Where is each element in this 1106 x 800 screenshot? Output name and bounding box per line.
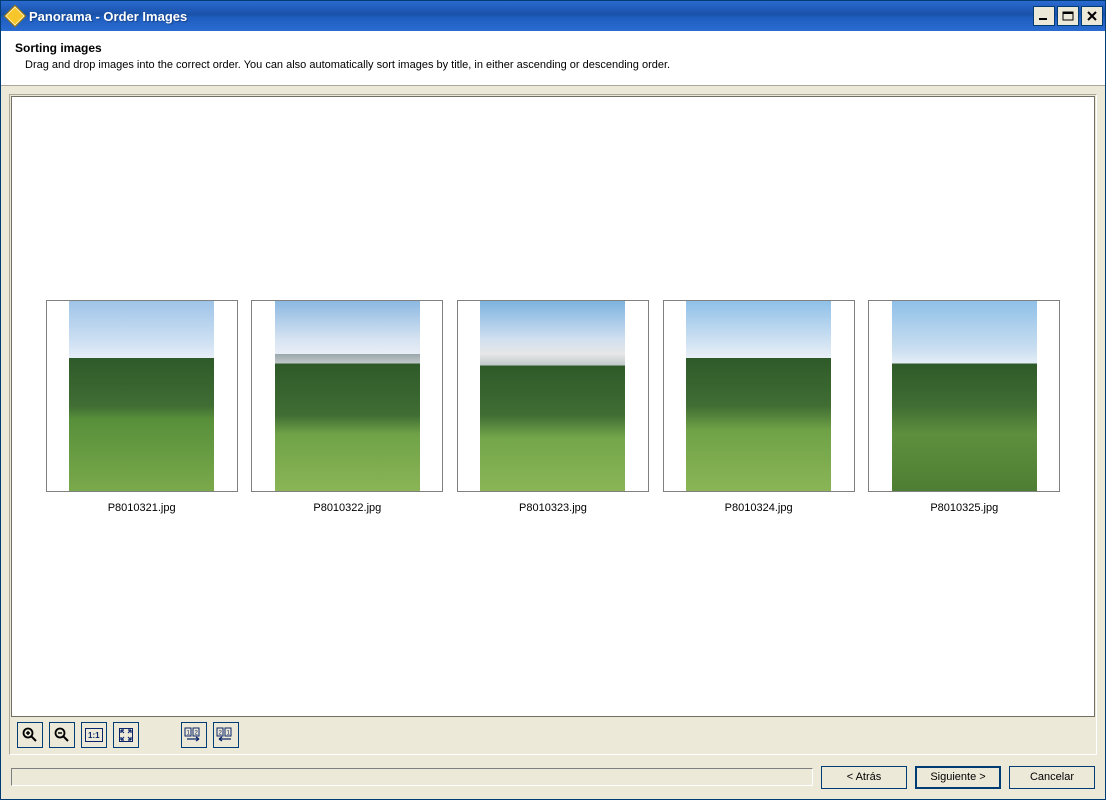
thumbnail-image <box>69 301 214 491</box>
close-button[interactable] <box>1081 6 1103 26</box>
thumbnail-image-box <box>663 300 855 492</box>
thumbnail-image <box>892 301 1037 491</box>
app-icon <box>4 5 27 28</box>
sort-ascending-button[interactable]: 12 <box>181 722 207 748</box>
actual-size-icon: 1:1 <box>85 728 103 742</box>
thumbnail-item[interactable]: P8010322.jpg <box>251 300 443 514</box>
zoom-in-button[interactable] <box>17 722 43 748</box>
thumbnail-image <box>686 301 831 491</box>
thumbnail-item[interactable]: P8010325.jpg <box>868 300 1060 514</box>
sort-tool-group: 12 21 <box>181 722 239 748</box>
maximize-button[interactable] <box>1057 6 1079 26</box>
content-frame: P8010321.jpg P8010322.jpg P8010323.jpg P… <box>9 94 1097 755</box>
thumbnail-label: P8010321.jpg <box>46 502 238 514</box>
next-button[interactable]: Siguiente > <box>915 766 1001 789</box>
actual-size-button[interactable]: 1:1 <box>81 722 107 748</box>
page-heading: Sorting images <box>15 41 1091 55</box>
thumbnail-item[interactable]: P8010323.jpg <box>457 300 649 514</box>
window-title: Panorama - Order Images <box>29 9 187 24</box>
thumbnail-area: P8010321.jpg P8010322.jpg P8010323.jpg P… <box>11 96 1095 717</box>
minimize-button[interactable] <box>1033 6 1055 26</box>
thumbnail-item[interactable]: P8010321.jpg <box>46 300 238 514</box>
back-button[interactable]: < Atrás <box>821 766 907 789</box>
zoom-out-icon <box>54 727 70 743</box>
thumbnail-item[interactable]: P8010324.jpg <box>663 300 855 514</box>
header-panel: Sorting images Drag and drop images into… <box>1 31 1105 86</box>
thumbnail-image <box>480 301 625 491</box>
toolbar: 1:1 12 21 <box>11 717 1095 753</box>
sort-descending-button[interactable]: 21 <box>213 722 239 748</box>
window-root: Panorama - Order Images Sorting images D… <box>0 0 1106 800</box>
fit-screen-button[interactable] <box>113 722 139 748</box>
thumbnail-image-box <box>457 300 649 492</box>
svg-text:1:1: 1:1 <box>88 731 100 740</box>
thumbnail-label: P8010323.jpg <box>457 502 649 514</box>
sort-ascending-icon: 12 <box>184 727 204 743</box>
thumbnail-label: P8010325.jpg <box>868 502 1060 514</box>
thumbnail-label: P8010324.jpg <box>663 502 855 514</box>
page-subheading: Drag and drop images into the correct or… <box>15 59 1091 71</box>
wizard-button-panel: < Atrás Siguiente > Cancelar <box>1 755 1105 799</box>
fit-screen-icon <box>118 727 134 743</box>
progress-bar <box>11 768 813 786</box>
thumbnail-image-box <box>251 300 443 492</box>
thumbnail-image <box>275 301 420 491</box>
zoom-tool-group: 1:1 <box>17 722 139 748</box>
cancel-button[interactable]: Cancelar <box>1009 766 1095 789</box>
sort-descending-icon: 21 <box>216 727 236 743</box>
thumbnail-image-box <box>46 300 238 492</box>
zoom-out-button[interactable] <box>49 722 75 748</box>
thumbnail-image-box <box>868 300 1060 492</box>
title-bar[interactable]: Panorama - Order Images <box>1 1 1105 31</box>
zoom-in-icon <box>22 727 38 743</box>
thumbnail-label: P8010322.jpg <box>251 502 443 514</box>
